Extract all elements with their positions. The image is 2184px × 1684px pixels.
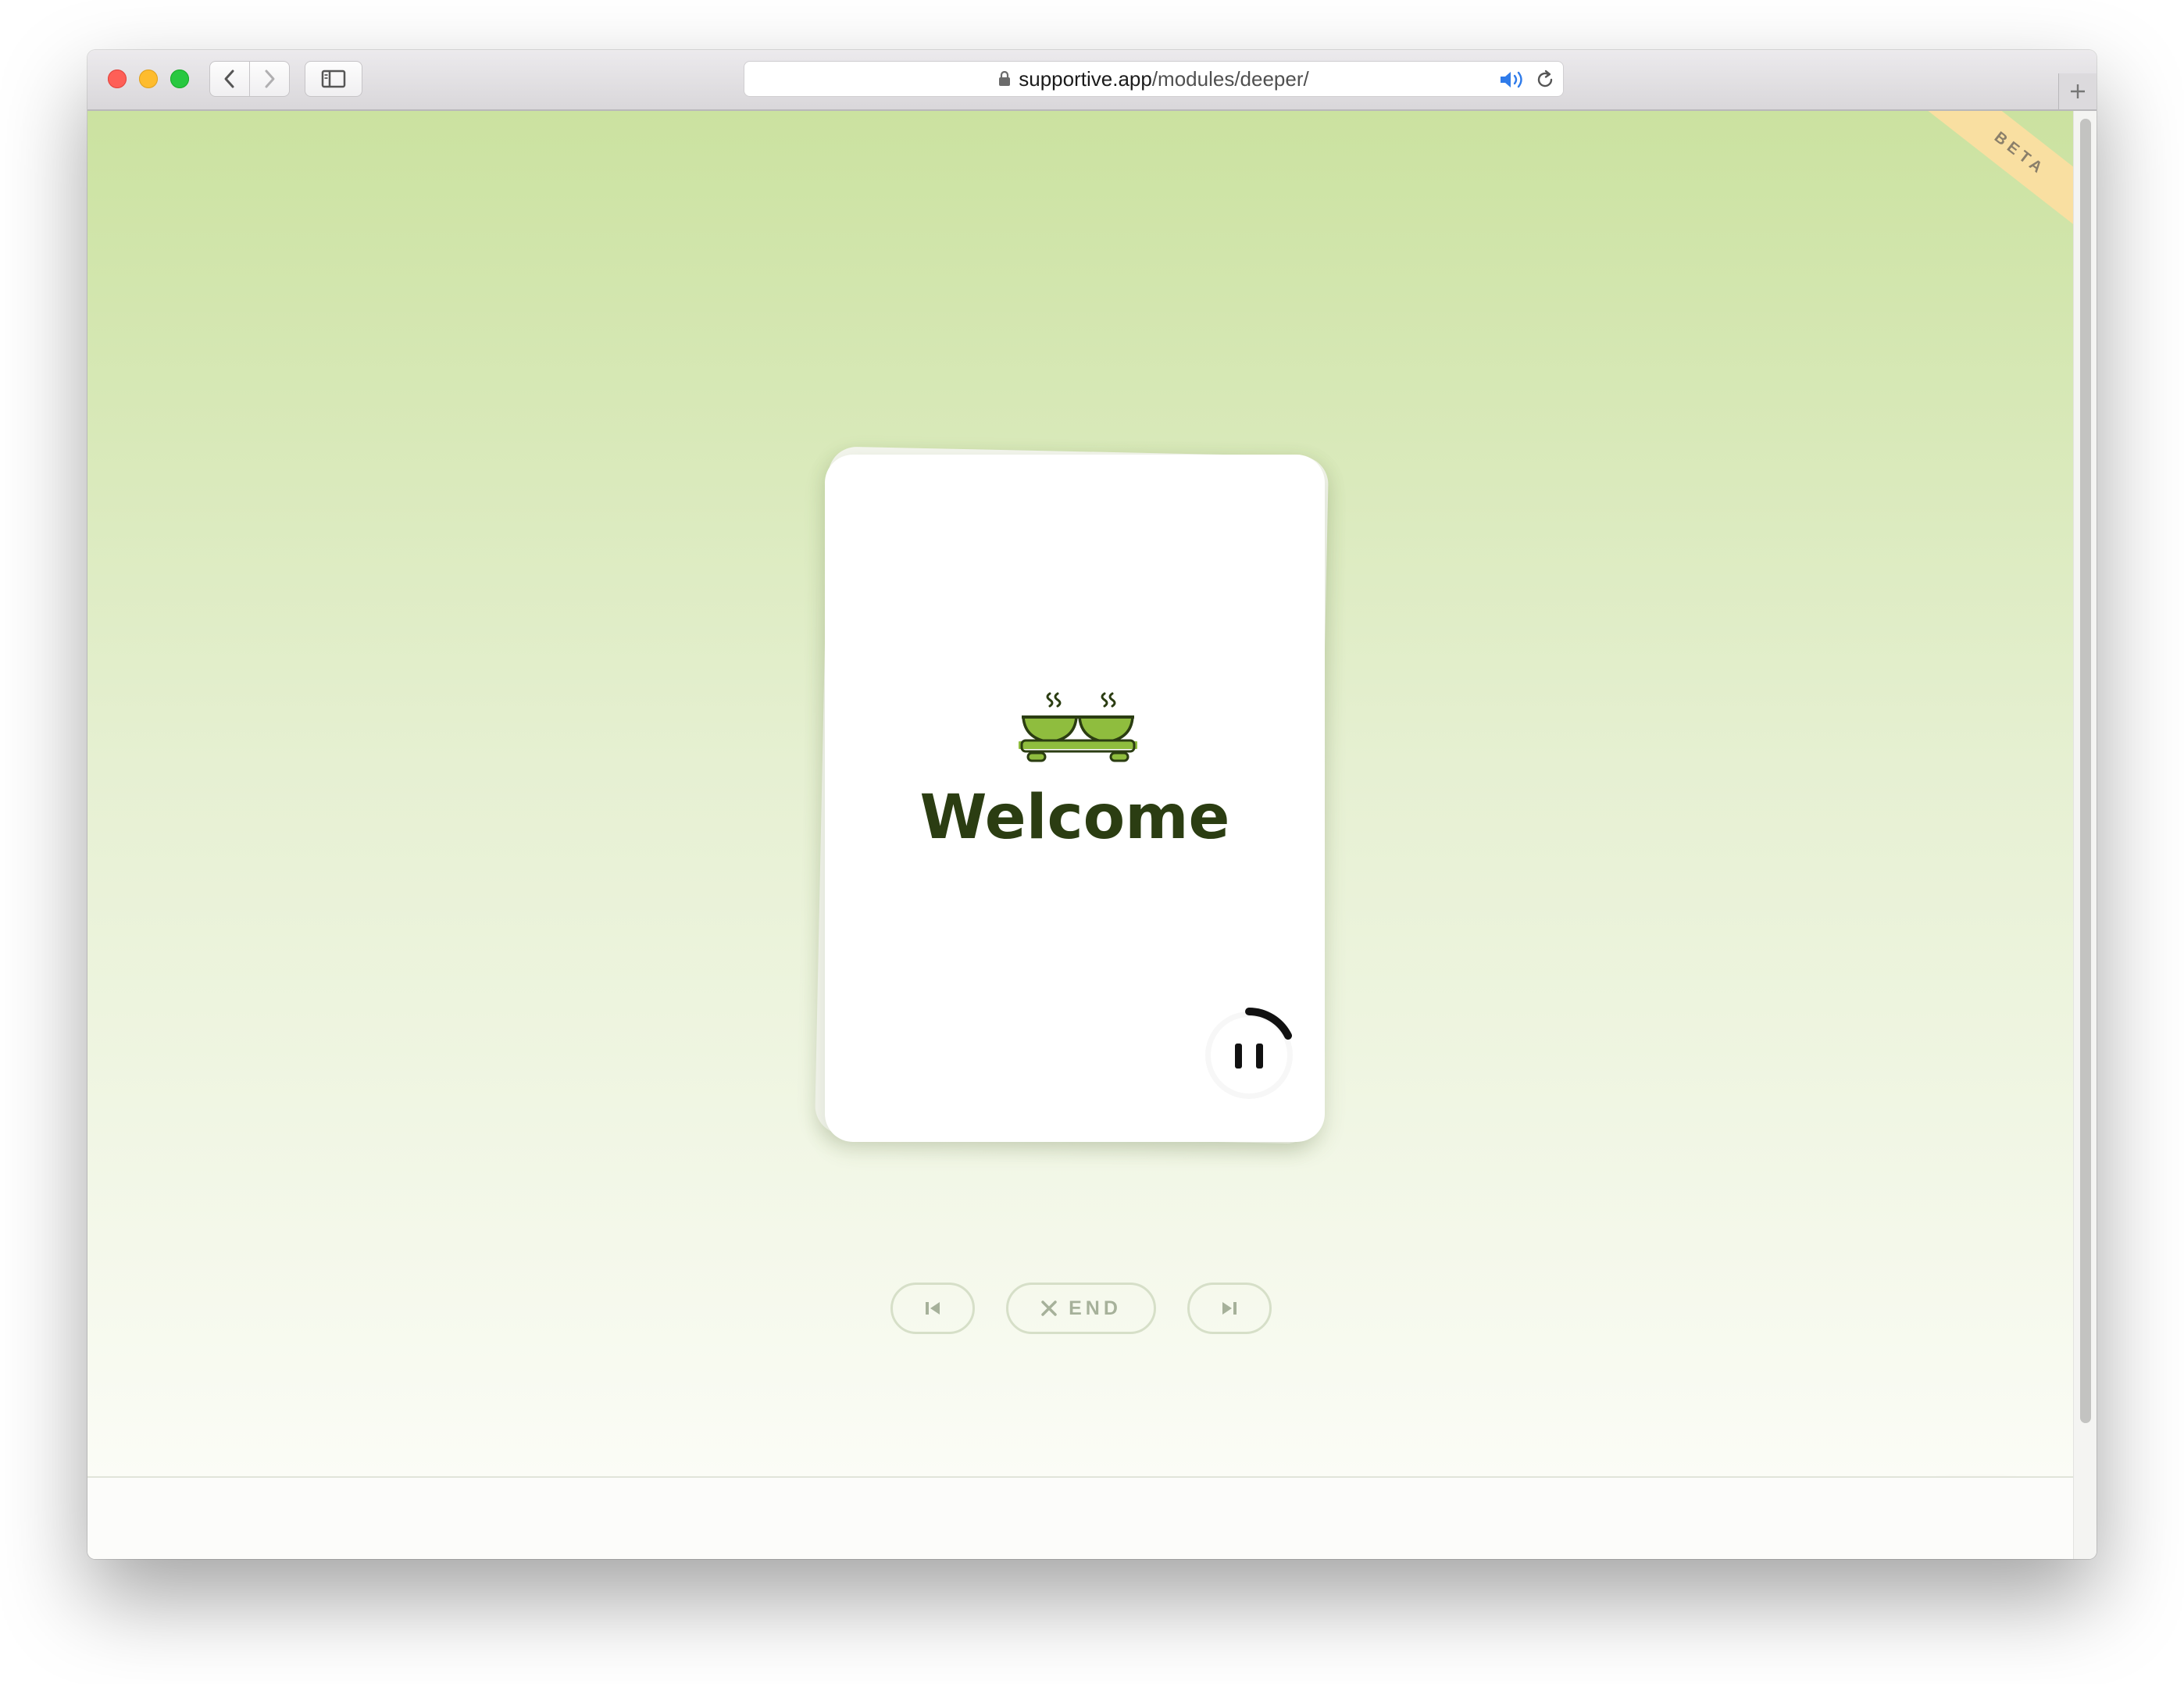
bowls-icon (1019, 692, 1137, 762)
close-icon (1040, 1300, 1058, 1317)
plus-icon (2071, 84, 2085, 98)
page-footer (87, 1476, 2073, 1559)
beta-ribbon: BETA (1913, 111, 2073, 244)
end-button[interactable]: END (1006, 1283, 1156, 1334)
welcome-card: Welcome (825, 455, 1325, 1142)
speaker-icon[interactable] (1499, 70, 1527, 95)
sidebar-icon (321, 70, 346, 88)
scrollbar[interactable] (2073, 111, 2097, 1559)
scrollbar-thumb[interactable] (2080, 119, 2091, 1423)
minimize-window-button[interactable] (139, 70, 158, 88)
back-button[interactable] (209, 61, 250, 97)
next-button[interactable] (1187, 1283, 1272, 1334)
reload-icon[interactable] (1535, 70, 1555, 95)
card-title: Welcome (919, 783, 1230, 853)
previous-button[interactable] (890, 1283, 975, 1334)
skip-next-icon (1222, 1302, 1237, 1315)
browser-titlebar: supportive.app/modules/deeper/ (87, 50, 2097, 111)
url-path: /modules/deeper/ (1151, 66, 1309, 91)
skip-previous-icon (926, 1302, 940, 1315)
card-stack: Welcome (814, 446, 1337, 1147)
module-controls: END (890, 1283, 1281, 1337)
end-label: END (1069, 1297, 1122, 1319)
browser-window: supportive.app/modules/deeper/ BETA Welc… (87, 50, 2097, 1559)
pause-button[interactable] (1201, 1008, 1297, 1103)
lock-icon (998, 71, 1011, 87)
progress-ring (1205, 1008, 1293, 1099)
url-host: supportive.app (1019, 66, 1152, 91)
forward-button[interactable] (249, 61, 290, 97)
close-window-button[interactable] (108, 70, 127, 88)
page-content: BETA Welcome END (87, 111, 2073, 1476)
new-tab-button[interactable] (2058, 73, 2097, 109)
address-bar[interactable]: supportive.app/modules/deeper/ (744, 61, 1564, 97)
zoom-window-button[interactable] (170, 70, 189, 88)
chevron-left-icon (224, 70, 234, 88)
chevron-right-icon (265, 70, 275, 88)
sidebar-toggle-button[interactable] (305, 61, 362, 97)
